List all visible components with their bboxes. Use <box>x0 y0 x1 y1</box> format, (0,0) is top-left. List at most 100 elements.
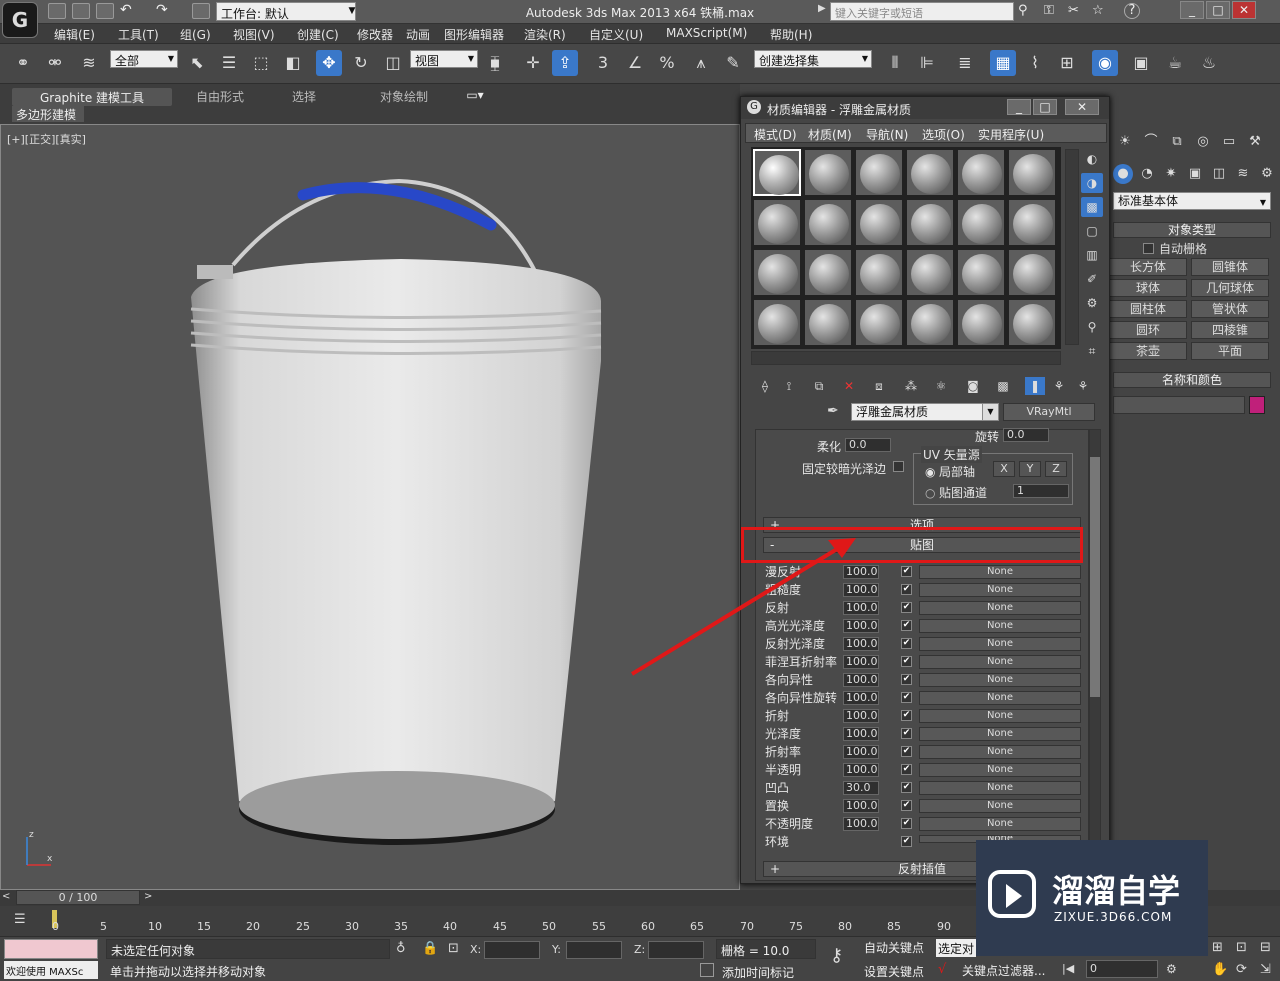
me-close-button[interactable]: ✕ <box>1065 99 1099 115</box>
expand-arrow-icon[interactable]: ▶ <box>818 3 826 14</box>
map-enable-checkbox[interactable]: ✔ <box>901 764 912 775</box>
map-amount-spinner[interactable]: 100.0 <box>843 691 879 705</box>
mirror-icon[interactable]: ⫴ <box>882 50 908 76</box>
open-file-icon[interactable] <box>72 3 90 19</box>
sample-slot[interactable] <box>855 299 903 346</box>
map-enable-checkbox[interactable]: ✔ <box>901 566 912 577</box>
menu-group[interactable]: 组(G) <box>180 26 211 43</box>
sample-slot[interactable] <box>1008 249 1056 296</box>
zoom-all-icon[interactable]: ⊟ <box>1260 940 1271 955</box>
tab-graphite-modeling[interactable]: Graphite 建模工具 <box>12 88 172 106</box>
zoom-extents-icon[interactable]: ⊞ <box>1212 940 1223 955</box>
sample-slot[interactable] <box>753 199 801 246</box>
make-preview-icon[interactable]: ✐ <box>1081 269 1103 289</box>
menu-animation[interactable]: 动画 <box>406 26 430 43</box>
map-amount-spinner[interactable]: 100.0 <box>843 817 879 831</box>
background-icon[interactable]: ▩ <box>1081 197 1103 217</box>
sample-slot[interactable] <box>804 249 852 296</box>
rendered-frame-window-icon[interactable]: ☕ <box>1162 50 1188 76</box>
sample-slot[interactable] <box>804 299 852 346</box>
map-slot-button[interactable]: None <box>919 673 1081 687</box>
display-tab-icon[interactable]: ▭ <box>1219 132 1239 152</box>
material-map-navigator-icon[interactable]: ⌗ <box>1081 341 1103 361</box>
map-amount-spinner[interactable]: 100.0 <box>843 763 879 777</box>
map-slot-button[interactable]: None <box>919 691 1081 705</box>
window-crossing-icon[interactable]: ◧ <box>280 50 306 76</box>
me-menu-navigation[interactable]: 导航(N) <box>866 126 908 143</box>
sample-slot[interactable] <box>855 249 903 296</box>
helpers-icon[interactable]: ◫ <box>1209 164 1229 184</box>
show-map-in-viewport-icon[interactable]: ▩ <box>993 377 1013 395</box>
go-to-parent-icon[interactable]: ⚘ <box>1049 377 1069 395</box>
undo-icon[interactable]: ↶ <box>120 2 132 18</box>
minimize-button[interactable]: _ <box>1180 1 1204 19</box>
map-slot-button[interactable]: None <box>919 745 1081 759</box>
map-slot-button[interactable]: None <box>919 619 1081 633</box>
sample-slot[interactable] <box>1008 199 1056 246</box>
me-menu-modes[interactable]: 模式(D) <box>754 126 797 143</box>
sample-slot[interactable] <box>753 149 801 196</box>
map-enable-checkbox[interactable]: ✔ <box>901 620 912 631</box>
auto-grid-checkbox[interactable] <box>1143 243 1154 254</box>
torus-button[interactable]: 圆环 <box>1109 321 1187 339</box>
rectangular-selection-icon[interactable]: ⬚ <box>248 50 274 76</box>
slots-vertical-scrollbar[interactable] <box>1065 149 1079 345</box>
go-to-start-icon[interactable]: |◀ <box>1062 962 1074 975</box>
map-slot-button[interactable]: None <box>919 565 1081 579</box>
workspace-dropdown[interactable]: 工作台: 默认 <box>216 2 356 21</box>
map-enable-checkbox[interactable]: ✔ <box>901 782 912 793</box>
time-slider-thumb[interactable]: 0 / 100 <box>16 890 140 905</box>
cone-button[interactable]: 圆锥体 <box>1191 258 1269 276</box>
sample-slot[interactable] <box>906 299 954 346</box>
map-slot-button[interactable]: None <box>919 817 1081 831</box>
keyboard-shortcut-override-icon[interactable]: ⇪ <box>552 50 578 76</box>
sample-slot[interactable] <box>855 149 903 196</box>
map-slot-button[interactable]: None <box>919 583 1081 597</box>
time-config-icon[interactable]: ⚙ <box>1166 962 1177 976</box>
select-manipulate-icon[interactable]: ✛ <box>520 50 546 76</box>
menu-help[interactable]: 帮助(H) <box>770 26 812 43</box>
soften-spinner[interactable]: 0.0 <box>845 438 891 452</box>
map-enable-checkbox[interactable]: ✔ <box>901 728 912 739</box>
selected-dropdown[interactable]: 选定对 <box>936 939 976 957</box>
search-input[interactable]: 键入关键字或短语 <box>830 2 1014 21</box>
me-menu-options[interactable]: 选项(O) <box>922 126 965 143</box>
reference-coord-dropdown[interactable]: 视图 ▼ <box>410 50 478 68</box>
chevron-down-icon[interactable]: ▼ <box>345 2 359 21</box>
add-time-tag[interactable]: 添加时间标记 <box>722 964 794 981</box>
map-slot-button[interactable]: None <box>919 799 1081 813</box>
select-by-name-icon[interactable]: ☰ <box>216 50 242 76</box>
show-end-result-icon[interactable]: ❚ <box>1025 377 1045 395</box>
systems-icon[interactable]: ⚙ <box>1257 164 1277 184</box>
map-amount-spinner[interactable]: 100.0 <box>843 799 879 813</box>
graphite-toggle-icon[interactable]: ▦ <box>990 50 1016 76</box>
map-enable-checkbox[interactable]: ✔ <box>901 602 912 613</box>
geometry-icon[interactable]: ● <box>1113 164 1133 184</box>
field-of-view-icon[interactable]: ⊡ <box>1236 940 1247 955</box>
get-material-icon[interactable]: ⟠ <box>755 377 775 395</box>
select-and-move-icon[interactable]: ✥ <box>316 50 342 76</box>
menu-view[interactable]: 视图(V) <box>233 26 275 43</box>
tools-icon[interactable]: ✂ <box>1068 3 1079 18</box>
map-slot-button[interactable]: None <box>919 601 1081 615</box>
schematic-view-icon[interactable]: ⊞ <box>1054 50 1080 76</box>
absolute-mode-icon[interactable]: ⊡ <box>448 941 459 956</box>
mini-curve-editor-icon[interactable]: ☰ <box>14 912 26 927</box>
map-slot-button[interactable]: None <box>919 763 1081 777</box>
me-minimize-button[interactable]: _ <box>1007 99 1031 115</box>
parameters-scroll-thumb[interactable] <box>1090 457 1100 697</box>
y-coord-input[interactable] <box>566 941 622 959</box>
new-file-icon[interactable] <box>48 3 66 19</box>
angle-snap-icon[interactable]: ∠ <box>622 50 648 76</box>
map-amount-spinner[interactable]: 30.0 <box>843 781 879 795</box>
snap-toggle-icon[interactable]: 3 <box>590 50 616 76</box>
viewport-front[interactable]: [+][正交][真实] z x <box>0 124 740 890</box>
map-enable-checkbox[interactable]: ✔ <box>901 584 912 595</box>
slots-horizontal-scrollbar[interactable] <box>751 351 1061 365</box>
menu-edit[interactable]: 编辑(E) <box>54 26 95 43</box>
sample-slot[interactable] <box>906 149 954 196</box>
map-channel-spinner[interactable]: 1 <box>1013 484 1069 498</box>
teapot-button[interactable]: 茶壶 <box>1109 342 1187 360</box>
render-production-icon[interactable]: ♨ <box>1196 50 1222 76</box>
maxscript-listener-mini[interactable] <box>4 939 98 959</box>
